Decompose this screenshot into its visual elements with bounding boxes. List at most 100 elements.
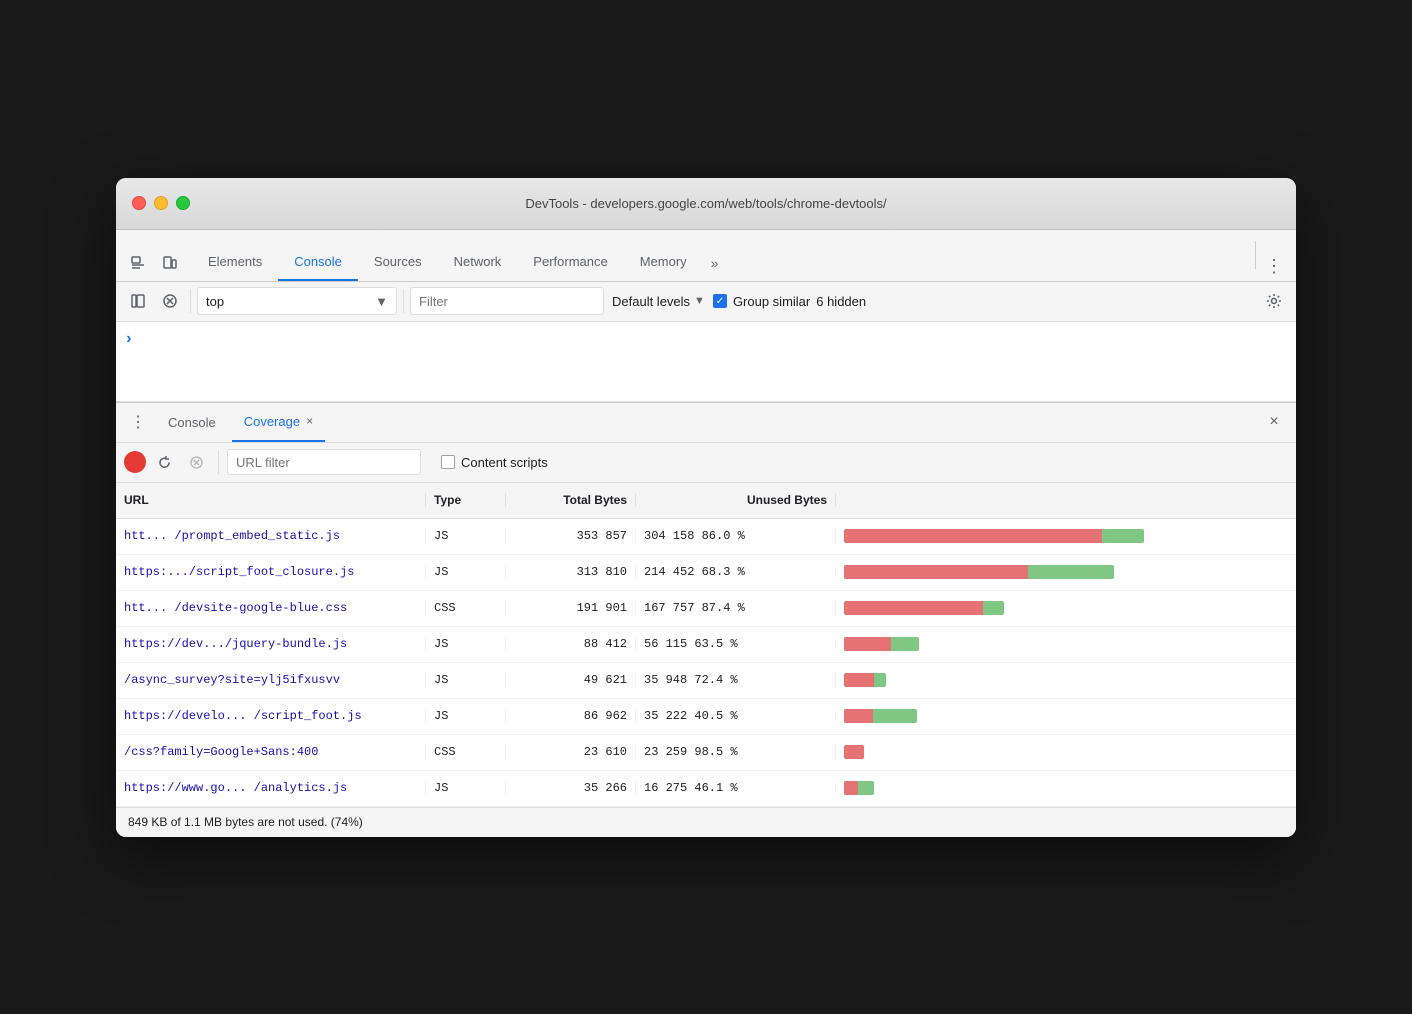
cell-total-bytes: 191 901 xyxy=(506,601,636,615)
window-title: DevTools - developers.google.com/web/too… xyxy=(525,196,886,211)
cell-url[interactable]: htt... /devsite-google-blue.css xyxy=(116,601,426,615)
tab-elements[interactable]: Elements xyxy=(192,245,278,281)
content-scripts-checkbox[interactable] xyxy=(441,455,455,469)
console-prompt[interactable]: › xyxy=(124,330,1288,348)
close-button[interactable] xyxy=(132,196,146,210)
coverage-tab-close[interactable]: × xyxy=(306,414,313,428)
devtools-tab-bar: Elements Console Sources Network Perform… xyxy=(116,230,1296,282)
tab-sources[interactable]: Sources xyxy=(358,245,438,281)
cell-type: JS xyxy=(426,673,506,687)
tab-coverage[interactable]: Coverage × xyxy=(232,403,325,442)
url-filter-input[interactable] xyxy=(227,449,421,475)
tab-separator xyxy=(1255,241,1256,269)
unused-bytes-value: 35 948 72.4 % xyxy=(644,673,738,687)
cell-usage-bar xyxy=(836,565,1296,579)
tab-network[interactable]: Network xyxy=(438,245,518,281)
table-row[interactable]: https:.../script_foot_closure.js JS 313 … xyxy=(116,555,1296,591)
cell-unused-bytes: 304 158 86.0 % xyxy=(636,529,836,543)
table-row[interactable]: https://www.go... /analytics.js JS 35 26… xyxy=(116,771,1296,807)
reload-button[interactable] xyxy=(150,448,178,476)
cell-unused-bytes: 167 757 87.4 % xyxy=(636,601,836,615)
coverage-panel-header: ⋮ Console Coverage × × xyxy=(116,403,1296,443)
cell-url[interactable]: /async_survey?site=ylj5ifxusvv xyxy=(116,673,426,687)
clear-button xyxy=(182,448,210,476)
default-levels-button[interactable]: Default levels ▼ xyxy=(608,292,709,311)
execution-context-dropdown[interactable]: top ▼ xyxy=(197,287,397,315)
bar-red xyxy=(844,601,983,615)
cell-url[interactable]: https://develo... /script_foot.js xyxy=(116,709,426,723)
cell-url[interactable]: https://www.go... /analytics.js xyxy=(116,781,426,795)
table-row[interactable]: /async_survey?site=ylj5ifxusvv JS 49 621… xyxy=(116,663,1296,699)
bar-green xyxy=(873,709,917,723)
cell-total-bytes: 49 621 xyxy=(506,673,636,687)
console-settings-button[interactable] xyxy=(1260,287,1288,315)
maximize-button[interactable] xyxy=(176,196,190,210)
cell-type: JS xyxy=(426,709,506,723)
devtools-icon-buttons xyxy=(124,249,184,281)
bar-red xyxy=(844,529,1102,543)
unused-bytes-value: 56 115 63.5 % xyxy=(644,637,738,651)
cell-unused-bytes: 16 275 46.1 % xyxy=(636,781,836,795)
minimize-button[interactable] xyxy=(154,196,168,210)
group-similar-checkbox[interactable]: ✓ xyxy=(713,294,727,308)
cell-url[interactable]: https://dev.../jquery-bundle.js xyxy=(116,637,426,651)
console-filter-input[interactable] xyxy=(410,287,604,315)
bar-red xyxy=(844,745,864,759)
tab-performance[interactable]: Performance xyxy=(517,245,623,281)
show-console-sidebar-btn[interactable] xyxy=(124,287,152,315)
col-header-unused: Unused Bytes xyxy=(636,493,836,507)
table-row[interactable]: htt... /prompt_embed_static.js JS 353 85… xyxy=(116,519,1296,555)
cell-type: JS xyxy=(426,529,506,543)
cell-usage-bar xyxy=(836,601,1296,615)
col-header-type: Type xyxy=(426,493,506,507)
cell-url[interactable]: /css?family=Google+Sans:400 xyxy=(116,745,426,759)
table-row[interactable]: https://dev.../jquery-bundle.js JS 88 41… xyxy=(116,627,1296,663)
hidden-count: 6 hidden xyxy=(816,294,866,309)
group-similar-area: ✓ Group similar 6 hidden xyxy=(713,294,866,309)
bar-green xyxy=(983,601,1004,615)
tab-overflow-button[interactable]: » xyxy=(703,245,727,281)
cell-usage-bar xyxy=(836,745,1296,759)
bar-red xyxy=(844,637,891,651)
content-scripts-label: Content scripts xyxy=(461,455,548,470)
coverage-panel-close[interactable]: × xyxy=(1260,408,1288,436)
table-row[interactable]: /css?family=Google+Sans:400 CSS 23 610 2… xyxy=(116,735,1296,771)
toolbar-divider-2 xyxy=(403,289,404,313)
bar-red xyxy=(844,709,873,723)
coverage-status-text: 849 KB of 1.1 MB bytes are not used. (74… xyxy=(128,815,363,829)
cell-type: JS xyxy=(426,781,506,795)
cell-type: CSS xyxy=(426,745,506,759)
devtools-window: DevTools - developers.google.com/web/too… xyxy=(116,178,1296,837)
unused-bytes-value: 304 158 86.0 % xyxy=(644,529,745,543)
cell-url[interactable]: https:.../script_foot_closure.js xyxy=(116,565,426,579)
bar-red xyxy=(844,673,874,687)
inspect-element-icon[interactable] xyxy=(124,249,152,277)
device-toolbar-icon[interactable] xyxy=(156,249,184,277)
record-button[interactable] xyxy=(124,451,146,473)
cell-url[interactable]: htt... /prompt_embed_static.js xyxy=(116,529,426,543)
content-scripts-area: Content scripts xyxy=(441,455,548,470)
devtools-more-menu[interactable]: ⋮ xyxy=(1260,253,1288,281)
cell-total-bytes: 23 610 xyxy=(506,745,636,759)
tab-memory[interactable]: Memory xyxy=(624,245,703,281)
col-header-total: Total Bytes xyxy=(506,493,636,507)
col-header-url: URL xyxy=(116,493,426,507)
cell-unused-bytes: 35 948 72.4 % xyxy=(636,673,836,687)
bar-green xyxy=(1102,529,1144,543)
console-output[interactable]: › xyxy=(116,322,1296,402)
cell-unused-bytes: 23 259 98.5 % xyxy=(636,745,836,759)
tab-console-lower[interactable]: Console xyxy=(156,403,228,442)
unused-bytes-value: 16 275 46.1 % xyxy=(644,781,738,795)
traffic-lights xyxy=(132,196,190,210)
cell-type: JS xyxy=(426,565,506,579)
cell-total-bytes: 313 810 xyxy=(506,565,636,579)
panel-menu-button[interactable]: ⋮ xyxy=(124,408,152,436)
table-row[interactable]: htt... /devsite-google-blue.css CSS 191 … xyxy=(116,591,1296,627)
clear-console-btn[interactable] xyxy=(156,287,184,315)
table-row[interactable]: https://develo... /script_foot.js JS 86 … xyxy=(116,699,1296,735)
cell-total-bytes: 86 962 xyxy=(506,709,636,723)
bar-red xyxy=(844,781,858,795)
tab-console[interactable]: Console xyxy=(278,245,358,281)
unused-bytes-value: 23 259 98.5 % xyxy=(644,745,738,759)
cell-usage-bar xyxy=(836,637,1296,651)
